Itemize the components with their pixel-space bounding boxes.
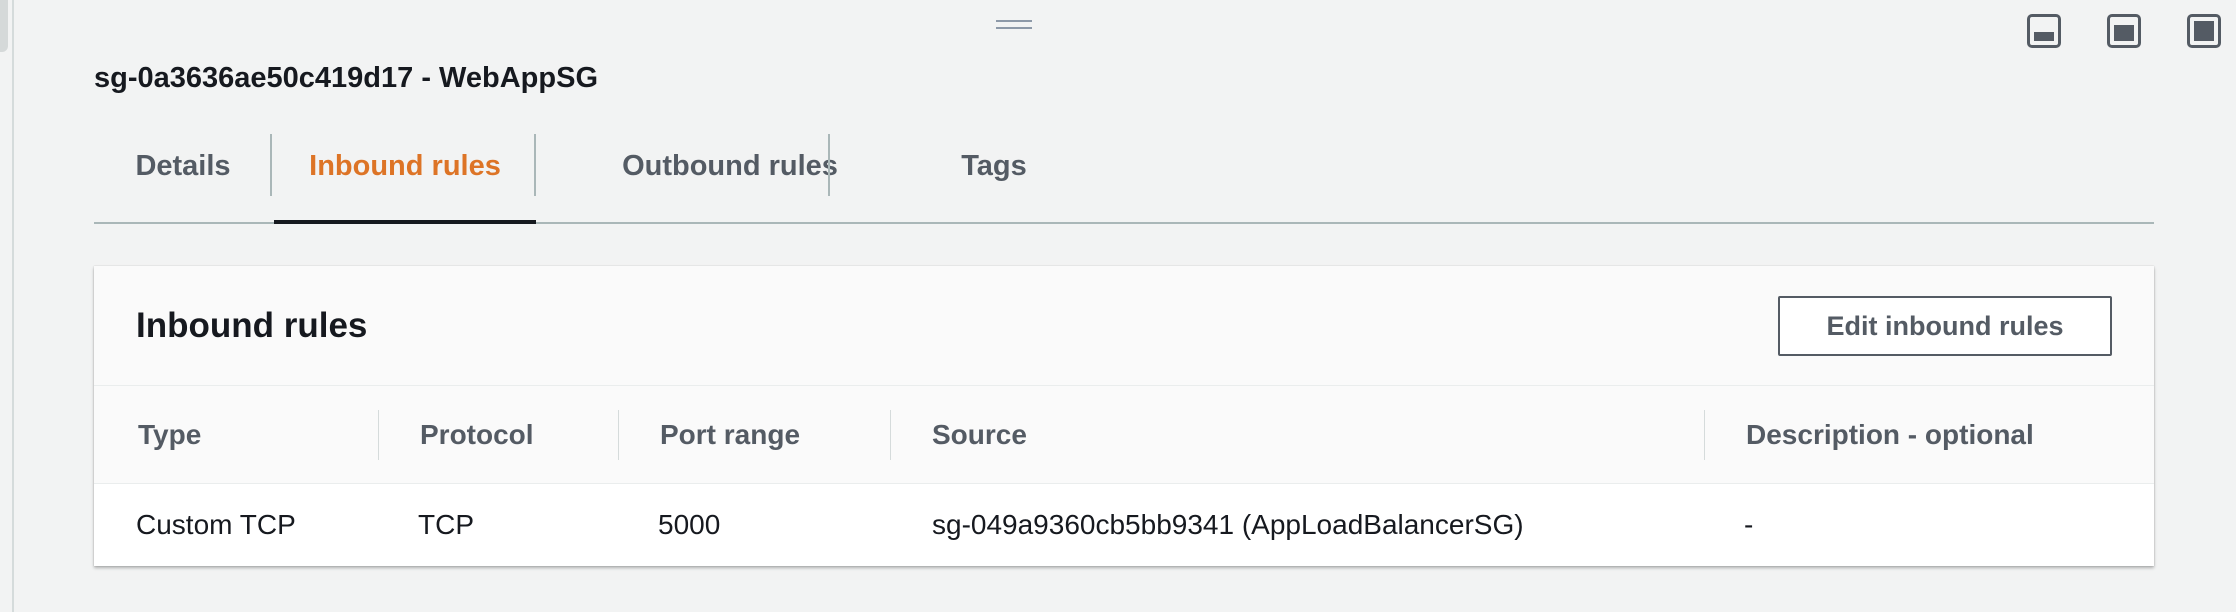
panel-full-icon[interactable] (2187, 14, 2221, 48)
column-header-type[interactable]: Type (138, 386, 201, 483)
left-scrollbar[interactable] (0, 0, 14, 612)
column-header-protocol[interactable]: Protocol (420, 386, 534, 483)
tab-divider (828, 134, 830, 196)
column-resizer[interactable] (378, 410, 379, 460)
cell-type: Custom TCP (136, 509, 296, 540)
column-resizer[interactable] (1704, 410, 1705, 460)
tab-divider (534, 134, 536, 196)
tab-bar: Details Inbound rules Outbound rules Tag… (94, 134, 2154, 224)
tab-tags[interactable]: Tags (924, 134, 1064, 222)
edit-inbound-rules-button[interactable]: Edit inbound rules (1778, 296, 2112, 356)
table-header-row: Type Protocol Port range Source Descript… (94, 386, 2154, 484)
table-row: Custom TCP TCP 5000 sg-049a9360cb5bb9341… (94, 484, 2154, 566)
tab-divider (270, 134, 272, 196)
inbound-rules-panel: Inbound rules Edit inbound rules Type Pr… (94, 266, 2154, 566)
column-resizer[interactable] (890, 410, 891, 460)
column-header-port-range[interactable]: Port range (660, 386, 800, 483)
panel-title: Inbound rules (136, 306, 368, 345)
panel-bottom-medium-icon[interactable] (2107, 14, 2141, 48)
panel-bottom-small-icon[interactable] (2027, 14, 2061, 48)
column-resizer[interactable] (618, 410, 619, 460)
column-header-description[interactable]: Description - optional (1746, 386, 2034, 483)
cell-protocol: TCP (418, 509, 474, 540)
tab-inbound-rules[interactable]: Inbound rules (274, 134, 536, 224)
security-group-title: sg-0a3636ae50c419d17 - WebAppSG (94, 62, 599, 94)
panel-header: Inbound rules Edit inbound rules (94, 266, 2154, 386)
resize-drag-handle-icon[interactable] (996, 20, 1032, 32)
tab-outbound-rules[interactable]: Outbound rules (538, 134, 922, 222)
cell-source: sg-049a9360cb5bb9341 (AppLoadBalancerSG) (932, 509, 1524, 540)
column-header-source[interactable]: Source (932, 386, 1027, 483)
cell-description: - (1744, 509, 1754, 540)
tab-details[interactable]: Details (94, 134, 272, 222)
scrollbar-thumb[interactable] (0, 0, 8, 52)
cell-port-range: 5000 (658, 509, 721, 540)
